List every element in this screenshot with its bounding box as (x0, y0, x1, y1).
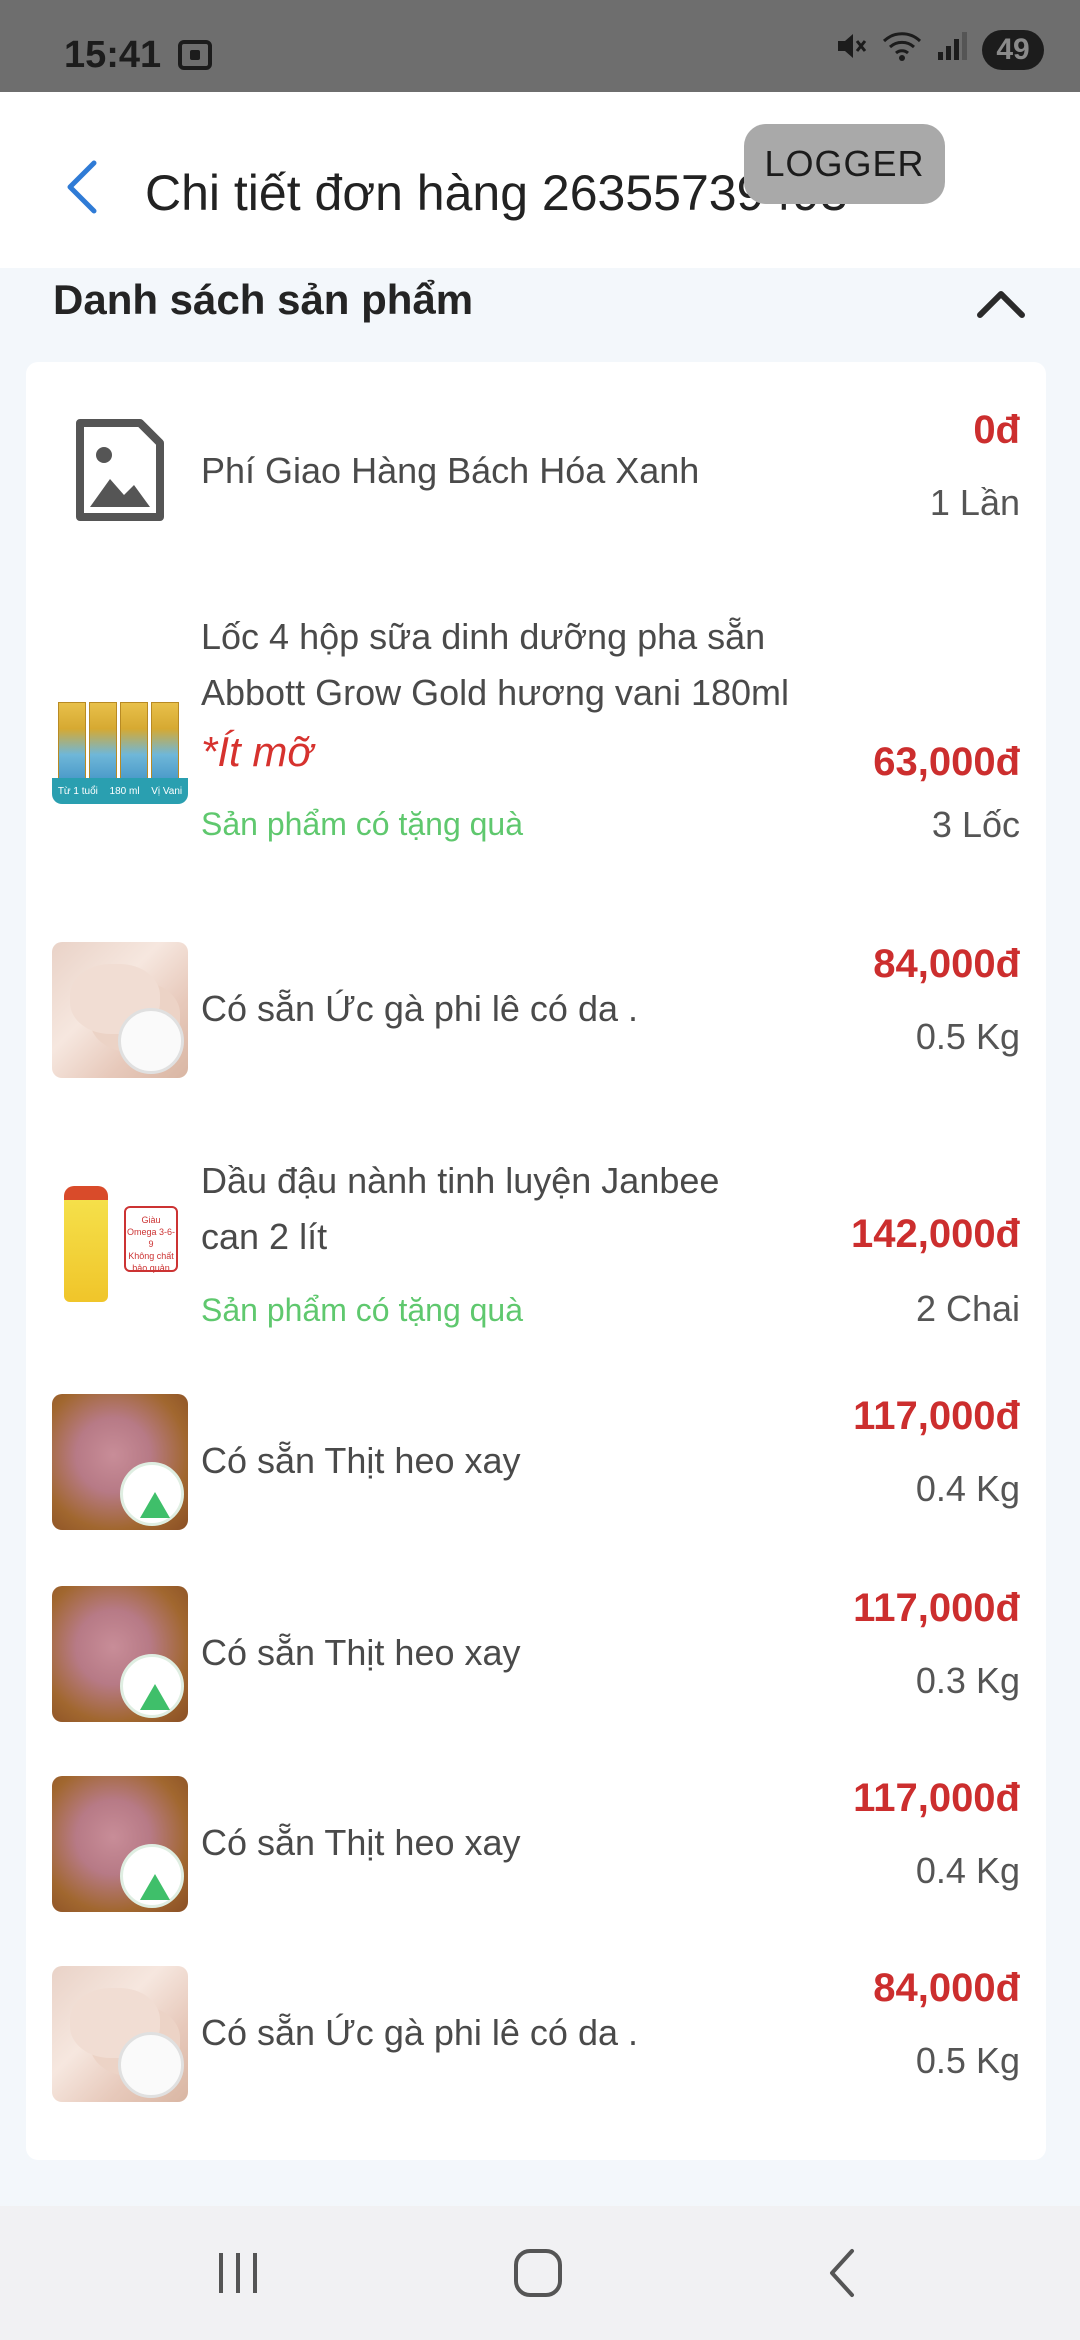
gift-promo-label: Sản phẩm có tặng quà (201, 1292, 524, 1328)
product-quantity: 0.5 Kg (915, 2040, 1020, 2081)
gift-promo-label: Sản phẩm có tặng quà (201, 806, 524, 842)
product-quantity: 0.4 Kg (915, 1850, 1020, 1891)
product-price: 84,000đ (873, 942, 1020, 986)
list-item[interactable]: Có sẵn Ức gà phi lê có da . 84,000đ 0.5 … (26, 1966, 1046, 2102)
product-price: 63,000đ (873, 740, 1020, 784)
page-title: Chi tiết đơn hàng 26355739493 (145, 165, 848, 221)
list-item[interactable]: Có sẵn Ức gà phi lê có da . 84,000đ 0.5 … (26, 942, 1046, 1078)
product-name-line2: can 2 lít (201, 1216, 328, 1257)
section-header[interactable]: Danh sách sản phẩm (0, 268, 1080, 360)
wifi-icon (882, 29, 922, 72)
status-bar: 15:41 49 (0, 0, 1080, 92)
collapse-button[interactable] (966, 268, 1036, 338)
list-item[interactable]: Có sẵn Thịt heo xay 117,000đ 0.3 Kg (26, 1586, 1046, 1722)
list-item[interactable]: Từ 1 tuổi 180 ml Vị Vani Lốc 4 hộp sữa d… (26, 602, 1046, 845)
product-quantity: 0.3 Kg (915, 1660, 1020, 1701)
status-time: 15:41 (64, 34, 162, 76)
product-name-line2: Abbott Grow Gold hương vani 180ml (201, 672, 790, 713)
chicken-breast-image (52, 942, 188, 1078)
recent-apps-icon (219, 2253, 257, 2293)
chevron-left-icon (67, 160, 97, 214)
section-title: Danh sách sản phẩm (53, 276, 474, 323)
list-item[interactable]: Phí Giao Hàng Bách Hóa Xanh 0đ 1 Lần (26, 402, 1046, 538)
product-name: Có sẵn Thịt heo xay (201, 1822, 521, 1863)
home-button[interactable] (458, 2206, 618, 2340)
system-nav-bar (0, 2206, 1080, 2340)
product-name: Lốc 4 hộp sữa dinh dưỡng pha sẵn (201, 616, 766, 657)
product-quantity: 2 Chai (915, 1288, 1020, 1329)
back-button[interactable] (52, 152, 112, 222)
list-item[interactable]: Có sẵn Thịt heo xay 117,000đ 0.4 Kg (26, 1394, 1046, 1530)
product-quantity: 1 Lần (929, 482, 1020, 523)
product-price: 142,000đ (850, 1212, 1020, 1256)
milk-pack-image: Từ 1 tuổi 180 ml Vị Vani (52, 668, 188, 804)
product-price: 117,000đ (853, 1394, 1020, 1438)
product-price: 84,000đ (873, 1966, 1020, 2010)
minced-pork-image (52, 1776, 188, 1912)
product-quantity: 0.4 Kg (915, 1468, 1020, 1509)
product-name: Dầu đậu nành tinh luyện Janbee (201, 1160, 720, 1201)
soybean-oil-image: Giàu Omega 3-6-9 Không chất bảo quản (52, 1172, 188, 1308)
mute-icon (834, 29, 868, 72)
product-quantity: 0.5 Kg (915, 1016, 1020, 1057)
logger-button[interactable]: LOGGER (744, 124, 945, 204)
product-name: Có sẵn Ức gà phi lê có da . (201, 988, 638, 1029)
product-name: Có sẵn Ức gà phi lê có da . (201, 2012, 638, 2053)
chicken-breast-image (52, 1966, 188, 2102)
home-icon (514, 2249, 562, 2297)
minced-pork-image (52, 1586, 188, 1722)
nav-back-button[interactable] (762, 2206, 922, 2340)
product-name: Có sẵn Thịt heo xay (201, 1440, 521, 1481)
back-icon (830, 2249, 854, 2297)
list-item[interactable]: Giàu Omega 3-6-9 Không chất bảo quản Dầu… (26, 1152, 1046, 1332)
screenshot-icon (178, 40, 212, 70)
image-placeholder-icon (52, 402, 188, 538)
signal-icon (936, 30, 968, 71)
product-note: *Ít mỡ (201, 728, 313, 775)
product-price: 117,000đ (853, 1776, 1020, 1820)
product-name: Phí Giao Hàng Bách Hóa Xanh (201, 450, 700, 491)
chevron-up-icon (977, 291, 1025, 318)
minced-pork-image (52, 1394, 188, 1530)
list-item[interactable]: Có sẵn Thịt heo xay 117,000đ 0.4 Kg (26, 1776, 1046, 1912)
product-quantity: 3 Lốc (931, 804, 1020, 845)
product-price: 117,000đ (853, 1586, 1020, 1630)
battery-badge: 49 (982, 30, 1044, 70)
product-name: Có sẵn Thịt heo xay (201, 1632, 521, 1673)
product-list: Phí Giao Hàng Bách Hóa Xanh 0đ 1 Lần Từ … (26, 362, 1046, 2160)
recent-apps-button[interactable] (158, 2206, 318, 2340)
product-price: 0đ (973, 408, 1020, 452)
status-icons: 49 (834, 30, 1044, 70)
